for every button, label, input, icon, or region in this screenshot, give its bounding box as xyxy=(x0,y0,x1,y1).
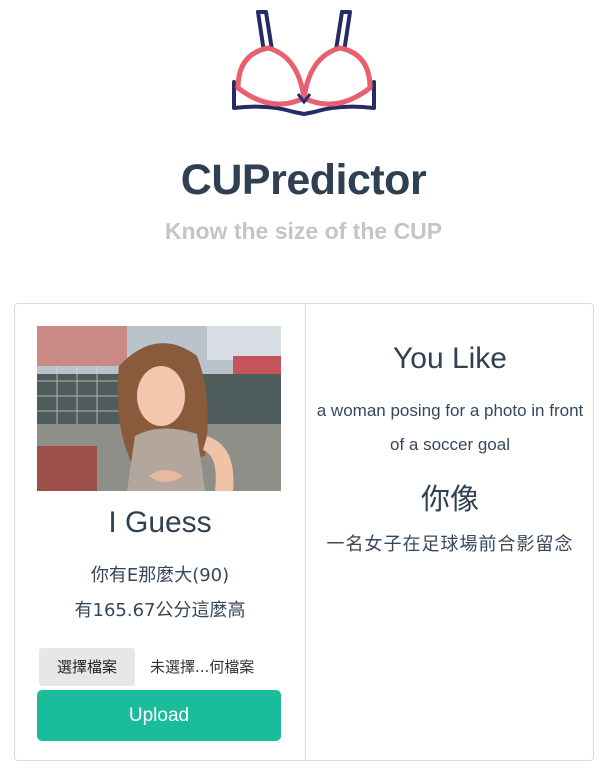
app-title: CUPredictor xyxy=(180,156,427,204)
file-input[interactable]: 選擇檔案 未選擇...何檔案 xyxy=(37,648,287,686)
selected-file-name: 未選擇...何檔案 xyxy=(150,658,255,676)
app-subtitle: Know the size of the CUP xyxy=(164,218,443,244)
result-card: I Guess 你有E那麼大(90) 有165.67公分這麼高 選擇檔案 未選擇… xyxy=(14,303,594,761)
image-caption: a woman posing for a photo in front of a… xyxy=(316,401,584,454)
image-caption-zh: 一名女子在足球場前合影留念 xyxy=(326,534,574,555)
upload-button[interactable]: Upload xyxy=(37,690,281,741)
uploaded-photo xyxy=(37,326,281,491)
guess-cup-size: 你有E那麼大(90) xyxy=(90,565,230,586)
you-like-title-zh: 你像 xyxy=(420,482,479,516)
choose-file-button[interactable]: 選擇檔案 xyxy=(39,648,135,686)
guess-title: I Guess xyxy=(108,506,212,539)
bra-icon xyxy=(232,10,376,116)
you-like-title: You Like xyxy=(393,342,507,375)
guess-height: 有165.67公分這麼高 xyxy=(74,600,246,621)
